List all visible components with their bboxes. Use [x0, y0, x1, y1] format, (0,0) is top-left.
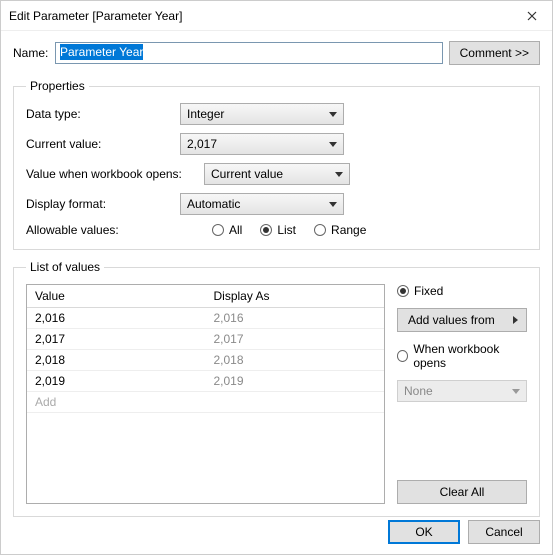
- name-field[interactable]: Parameter Year: [55, 42, 443, 64]
- when-workbook-opens-label: When workbook opens: [413, 342, 527, 370]
- cell-value: 2,017: [27, 329, 206, 349]
- display-format-select[interactable]: Automatic: [180, 193, 344, 215]
- display-format-label: Display format:: [26, 197, 180, 211]
- cancel-button[interactable]: Cancel: [468, 520, 540, 544]
- current-value-select[interactable]: 2,017: [180, 133, 344, 155]
- allowable-list-radio[interactable]: List: [260, 223, 296, 237]
- cell-value: 2,018: [27, 350, 206, 370]
- when-opens-source-select: None: [397, 380, 527, 402]
- when-workbook-opens-radio[interactable]: When workbook opens: [397, 342, 527, 370]
- table-row[interactable]: 2,0192,019: [27, 371, 384, 392]
- data-type-value: Integer: [187, 107, 224, 121]
- list-of-values-legend: List of values: [26, 260, 104, 274]
- add-values-from-button[interactable]: Add values from: [397, 308, 527, 332]
- cell-value: 2,019: [27, 371, 206, 391]
- allowable-all-radio[interactable]: All: [212, 223, 242, 237]
- col-display-as: Display As: [206, 285, 385, 307]
- current-value-value: 2,017: [187, 137, 217, 151]
- comment-button[interactable]: Comment >>: [449, 41, 540, 65]
- add-values-from-label: Add values from: [408, 313, 495, 327]
- titlebar: Edit Parameter [Parameter Year]: [1, 1, 552, 31]
- radio-icon: [397, 285, 409, 297]
- ok-button[interactable]: OK: [388, 520, 460, 544]
- name-value: Parameter Year: [60, 44, 143, 60]
- allowable-values-label: Allowable values:: [26, 223, 180, 237]
- cell-display-as: 2,019: [206, 371, 385, 391]
- clear-all-button[interactable]: Clear All: [397, 480, 527, 504]
- grid-body: 2,0162,0162,0172,0172,0182,0182,0192,019…: [27, 308, 384, 503]
- cell-value: 2,016: [27, 308, 206, 328]
- add-cell: Add: [27, 392, 206, 412]
- table-row[interactable]: 2,0172,017: [27, 329, 384, 350]
- value-when-opens-select[interactable]: Current value: [204, 163, 350, 185]
- window-title: Edit Parameter [Parameter Year]: [9, 9, 512, 23]
- table-row[interactable]: 2,0162,016: [27, 308, 384, 329]
- cell-display-as: 2,018: [206, 350, 385, 370]
- name-label: Name:: [13, 46, 49, 60]
- allowable-list-label: List: [277, 223, 296, 237]
- dialog-content: Name: Parameter Year Comment >> Properti…: [1, 31, 552, 539]
- allowable-range-label: Range: [331, 223, 366, 237]
- name-row: Name: Parameter Year Comment >>: [13, 41, 540, 65]
- close-button[interactable]: [512, 1, 552, 31]
- add-row[interactable]: Add: [27, 392, 384, 413]
- fixed-label: Fixed: [414, 284, 443, 298]
- radio-icon: [260, 224, 272, 236]
- when-opens-source-value: None: [404, 384, 433, 398]
- data-type-label: Data type:: [26, 107, 180, 121]
- properties-group: Properties Data type: Integer Current va…: [13, 79, 540, 250]
- values-grid[interactable]: Value Display As 2,0162,0162,0172,0172,0…: [26, 284, 385, 504]
- fixed-radio[interactable]: Fixed: [397, 284, 527, 298]
- value-when-opens-label: Value when workbook opens:: [26, 167, 204, 181]
- radio-icon: [212, 224, 224, 236]
- display-format-value: Automatic: [187, 197, 240, 211]
- lov-side-panel: Fixed Add values from When workbook open…: [397, 284, 527, 504]
- data-type-select[interactable]: Integer: [180, 103, 344, 125]
- cell-display-as: 2,017: [206, 329, 385, 349]
- properties-legend: Properties: [26, 79, 89, 93]
- allowable-all-label: All: [229, 223, 242, 237]
- grid-header: Value Display As: [27, 285, 384, 308]
- allowable-range-radio[interactable]: Range: [314, 223, 366, 237]
- dialog-footer: OK Cancel: [388, 520, 540, 544]
- current-value-label: Current value:: [26, 137, 180, 151]
- close-icon: [527, 11, 537, 21]
- table-row[interactable]: 2,0182,018: [27, 350, 384, 371]
- radio-icon: [397, 350, 408, 362]
- cell-display-as: 2,016: [206, 308, 385, 328]
- edit-parameter-dialog: Edit Parameter [Parameter Year] Name: Pa…: [0, 0, 553, 555]
- value-when-opens-value: Current value: [211, 167, 283, 181]
- col-value: Value: [27, 285, 206, 307]
- radio-icon: [314, 224, 326, 236]
- list-of-values-group: List of values Value Display As 2,0162,0…: [13, 260, 540, 517]
